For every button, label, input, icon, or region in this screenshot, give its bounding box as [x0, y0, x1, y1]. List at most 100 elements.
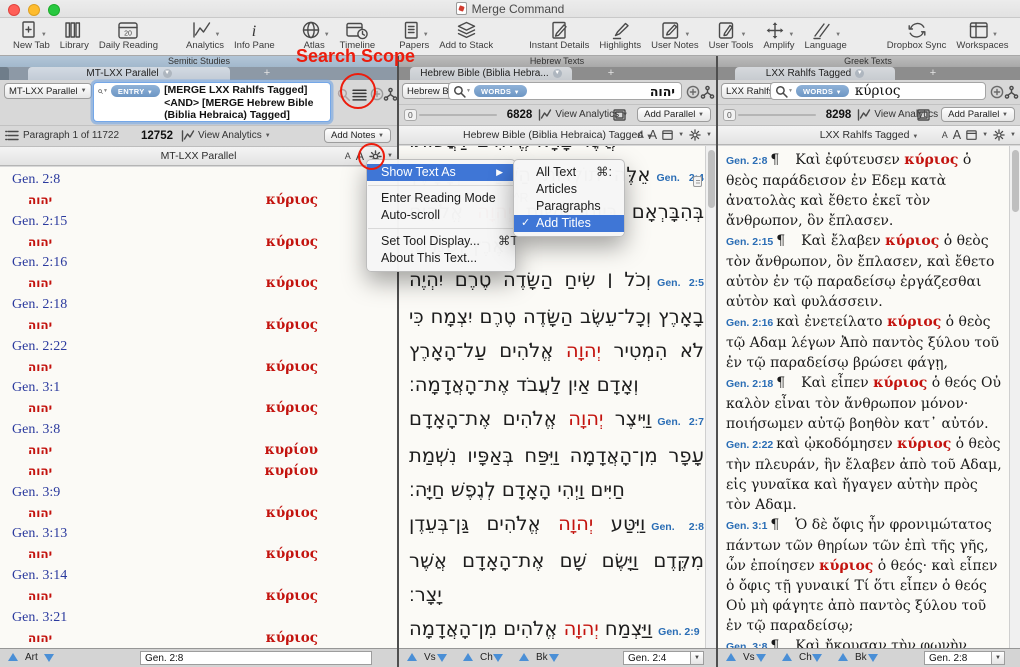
- decrease-font-button[interactable]: A: [942, 130, 948, 140]
- result-hit-row[interactable]: יהוהκύριος: [0, 399, 397, 420]
- toolbar-language-button[interactable]: ▼Language: [799, 19, 851, 51]
- prev-ch-button[interactable]: [782, 653, 792, 661]
- result-ref-row[interactable]: Gen. 3:8: [0, 420, 397, 441]
- result-ref-row[interactable]: Gen. 3:21: [0, 608, 397, 629]
- greek-text-pane[interactable]: Gen. 2:8 ¶Καὶ ἐφύτευσεν κύριος ὁ θεὸς πα…: [718, 146, 1020, 648]
- goto-dropdown-button[interactable]: ▼: [992, 651, 1005, 665]
- search-query-text[interactable]: יהוה: [650, 84, 677, 99]
- toolbar-user-tools-button[interactable]: ▼User Tools: [704, 19, 759, 51]
- search-words-field[interactable]: ▼ WORDS ▼ יהוה: [448, 82, 682, 100]
- goto-reference-input[interactable]: Gen. 2:8: [140, 651, 372, 665]
- menu-item-about-this-text[interactable]: About This Text...: [367, 250, 515, 267]
- list-view-icon[interactable]: [5, 130, 19, 141]
- display-settings-icon[interactable]: [917, 109, 930, 121]
- menu-item-enter-reading-mode[interactable]: Enter Reading Mode^R: [367, 190, 515, 207]
- result-ref-row[interactable]: Gen. 2:8: [0, 170, 397, 191]
- next-vs-button[interactable]: [437, 654, 447, 662]
- result-ref-row[interactable]: Gen. 2:18: [0, 295, 397, 316]
- gear-icon[interactable]: [993, 129, 1005, 141]
- search-query-text[interactable]: κύριος: [853, 83, 901, 99]
- result-ref-row[interactable]: Gen. 3:9: [0, 483, 397, 504]
- goto-dropdown-button[interactable]: ▼: [691, 651, 704, 665]
- result-hit-row[interactable]: יהוהκύριος: [0, 545, 397, 566]
- prev-vs-button[interactable]: [726, 653, 736, 661]
- result-hit-row[interactable]: יהוהκύριος: [0, 504, 397, 525]
- toolbar-help-button[interactable]: ?Help: [1014, 19, 1020, 51]
- display-settings-icon[interactable]: [662, 130, 673, 141]
- result-ref-row[interactable]: Gen. 3:13: [0, 524, 397, 545]
- search-icon[interactable]: [453, 85, 466, 98]
- toolbar-highlights-button[interactable]: Highlights: [594, 19, 646, 51]
- new-tab-plus-middle[interactable]: +: [576, 67, 646, 80]
- toolbar-daily-reading-button[interactable]: 20Daily Reading: [94, 19, 163, 51]
- toolbar-user-notes-button[interactable]: ▼User Notes: [646, 19, 704, 51]
- tab-hebrew-bible[interactable]: Hebrew Bible (Biblia Hebra...▼: [410, 67, 572, 80]
- result-ref-row[interactable]: Gen. 2:16: [0, 253, 397, 274]
- prev-ch-button[interactable]: [463, 653, 473, 661]
- result-ref-row[interactable]: Gen. 3:1: [0, 378, 397, 399]
- toolbar-info-pane-button[interactable]: iInfo Pane: [229, 19, 280, 51]
- words-mode-pill[interactable]: WORDS ▼: [796, 85, 849, 97]
- menu-item-auto-scroll[interactable]: Auto-scroll: [367, 207, 515, 224]
- pane-title[interactable]: Hebrew Bible (Biblia Hebraica) Tagged ▼: [463, 129, 652, 141]
- menu-item-add-titles[interactable]: ✓Add Titles: [514, 215, 624, 232]
- view-analytics-control[interactable]: View Analytics▼: [857, 109, 947, 121]
- prev-vs-button[interactable]: [407, 653, 417, 661]
- add-parallel-button[interactable]: Add Parallel ▼: [941, 107, 1015, 122]
- result-hit-row[interactable]: יהוהκύριος: [0, 233, 397, 254]
- words-mode-pill[interactable]: WORDS ▼: [474, 85, 527, 97]
- add-parallel-tree-icon[interactable]: [700, 85, 715, 100]
- menu-item-all-text[interactable]: All Text⌘:: [514, 164, 624, 181]
- partial-tab[interactable]: [0, 67, 9, 80]
- menu-item-show-text-as[interactable]: Show Text As▶: [367, 164, 515, 181]
- next-bk-button[interactable]: [549, 654, 559, 662]
- search-entry-field[interactable]: ▼ ENTRY ▼ [MERGE LXX Rahlfs Tagged] <AND…: [93, 82, 331, 122]
- search-icon[interactable]: [775, 85, 788, 98]
- search-query-text[interactable]: [MERGE LXX Rahlfs Tagged] <AND> [MERGE H…: [164, 84, 326, 122]
- vertical-scrollbar[interactable]: [705, 146, 716, 648]
- result-hit-row[interactable]: יהוהκύριος: [0, 316, 397, 337]
- result-hit-row[interactable]: יהוהκύριος: [0, 629, 397, 648]
- panel-divider[interactable]: [397, 56, 399, 667]
- entry-mode-pill[interactable]: ENTRY ▼: [111, 85, 160, 97]
- next-vs-button[interactable]: [756, 654, 766, 662]
- toolbar-workspaces-button[interactable]: ▼Workspaces: [951, 19, 1013, 51]
- result-hit-row[interactable]: יהוהκύριος: [0, 358, 397, 379]
- add-notes-button[interactable]: Add Notes ▼: [324, 128, 391, 143]
- vertical-scrollbar[interactable]: [1009, 146, 1020, 648]
- next-bk-button[interactable]: [868, 654, 878, 662]
- next-ch-button[interactable]: [493, 654, 503, 662]
- prev-bk-button[interactable]: [838, 653, 848, 661]
- pane-title[interactable]: LXX Rahlfs Tagged ▼: [820, 129, 919, 141]
- display-settings-icon[interactable]: [613, 109, 626, 121]
- tab-lxx-rahlfs[interactable]: LXX Rahlfs Tagged▼: [735, 67, 895, 80]
- panel-divider[interactable]: [716, 56, 718, 667]
- tab-menu-icon[interactable]: ▼: [163, 69, 172, 78]
- new-tab-plus-right[interactable]: +: [898, 67, 968, 80]
- increase-font-button[interactable]: A: [953, 128, 961, 142]
- menu-item-articles[interactable]: Articles: [514, 181, 624, 198]
- toolbar-instant-details-button[interactable]: Instant Details: [524, 19, 594, 51]
- result-ref-row[interactable]: Gen. 3:14: [0, 566, 397, 587]
- menu-item-paragraphs[interactable]: Paragraphs: [514, 198, 624, 215]
- gear-icon[interactable]: [689, 129, 701, 141]
- goto-reference-input[interactable]: Gen. 2:8: [924, 651, 992, 665]
- search-words-field[interactable]: ▼ WORDS ▼ κύριος: [770, 82, 986, 100]
- tab-menu-icon[interactable]: ▼: [553, 69, 562, 78]
- add-plus-icon[interactable]: [686, 85, 700, 99]
- new-tab-plus-left[interactable]: +: [232, 67, 302, 80]
- view-analytics-control[interactable]: View Analytics▼: [181, 130, 271, 142]
- decrease-font-button[interactable]: A: [638, 130, 644, 140]
- scrollbar-thumb[interactable]: [1012, 150, 1019, 212]
- tab-mt-lxx-parallel[interactable]: MT-LXX Parallel▼: [28, 67, 230, 80]
- toolbar-amplify-button[interactable]: ▼Amplify: [758, 19, 799, 51]
- toolbar-add-to-stack-button[interactable]: Add to Stack: [434, 19, 498, 51]
- next-article-button[interactable]: [44, 654, 54, 662]
- goto-reference-input[interactable]: Gen. 2:4: [623, 651, 691, 665]
- menu-item-set-tool-display[interactable]: Set Tool Display...⌘T: [367, 233, 515, 250]
- context-slider[interactable]: 0: [404, 109, 497, 121]
- prev-article-button[interactable]: [8, 653, 18, 661]
- add-parallel-button[interactable]: Add Parallel ▼: [637, 107, 711, 122]
- group-greek-texts[interactable]: Greek Texts: [716, 56, 1020, 67]
- increase-font-button[interactable]: A: [649, 128, 657, 142]
